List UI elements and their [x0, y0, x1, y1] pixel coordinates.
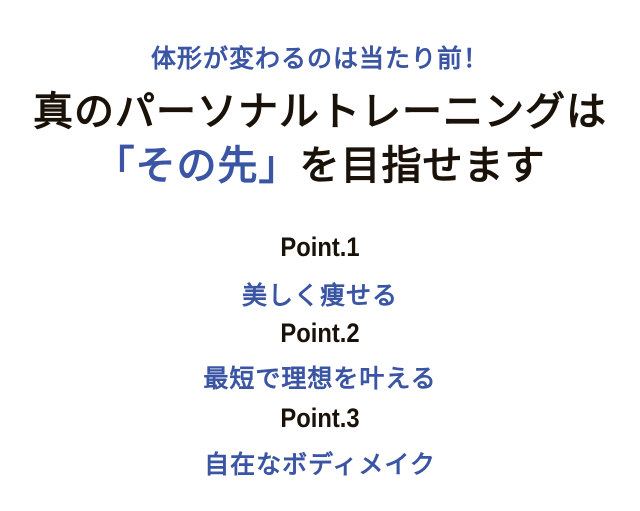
point-1-text: 美しく痩せる [241, 281, 398, 310]
point-3-text: 自在なボディメイク [204, 450, 436, 479]
point-2-label: Point.2 [280, 318, 360, 348]
headline-line-2: 「その先」を目指せます [0, 146, 640, 186]
headline-rest: を目指せます [299, 143, 546, 189]
point-2-text: 最短で理想を叶える [203, 364, 437, 393]
point-3-label: Point.3 [280, 403, 360, 433]
kicker-text: 体形が変わるのは当たり前！ [150, 44, 489, 73]
headline-line-1: 真のパーソナルトレーニングは [33, 89, 607, 135]
headline-accent: 「その先」 [94, 143, 300, 189]
promo-panel: 体形が変わるのは当たり前！ 真のパーソナルトレーニングは 「その先」を目指せます… [0, 0, 640, 511]
point-1-label: Point.1 [280, 232, 360, 262]
